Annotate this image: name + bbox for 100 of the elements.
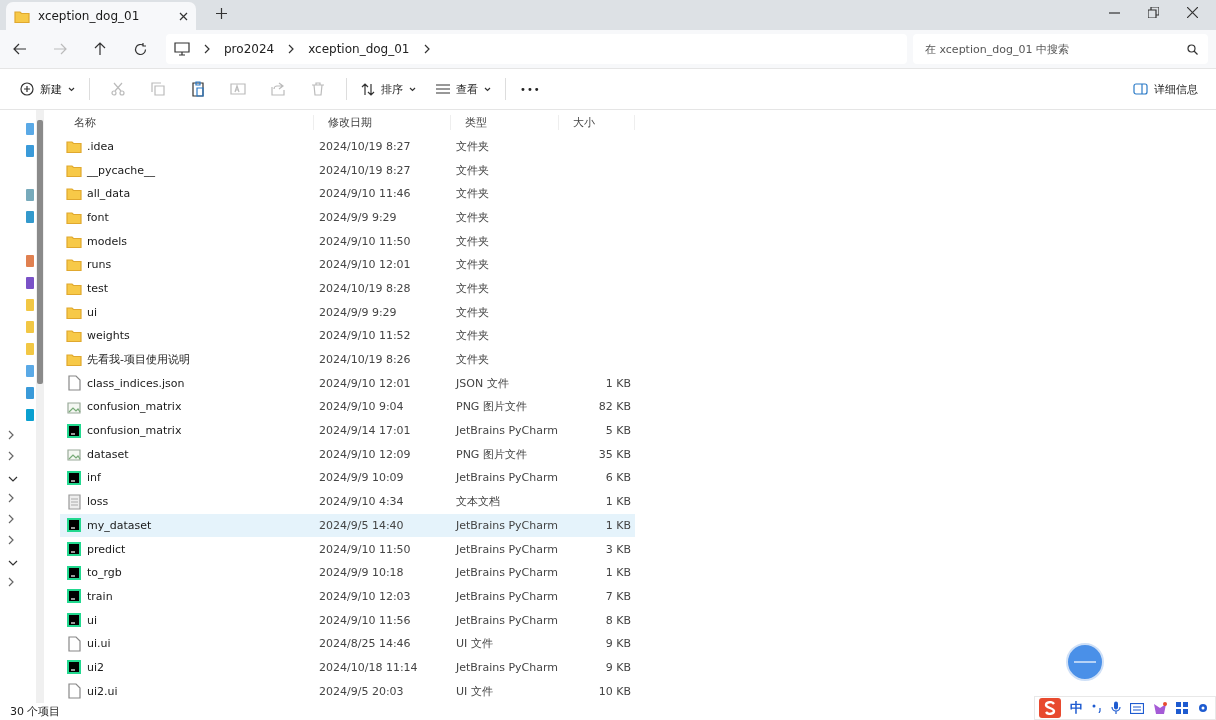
keyboard-icon[interactable] [1130, 702, 1144, 714]
modified-date: 2024/9/9 9:29 [318, 305, 398, 319]
column-header[interactable]: 修改日期 [314, 114, 451, 130]
address-bar[interactable]: pro2024 xception_dog_01 [166, 34, 907, 64]
file-row[interactable]: confusion_matrix 2024/9/10 9:04 PNG 图片文件 82 KB [60, 395, 635, 419]
file-type: 文件夹 [455, 352, 490, 368]
chevron-down-icon[interactable] [8, 560, 18, 566]
file-name: ui.ui [87, 637, 111, 651]
file-size: 5 KB [604, 424, 632, 438]
file-row[interactable]: predict 2024/9/10 11:50 JetBrains PyCharm 3 KB [60, 537, 635, 561]
details-button[interactable]: 详细信息 [1127, 77, 1204, 101]
file-row[interactable]: ui 2024/9/9 9:29 文件夹 [60, 300, 635, 324]
chevron-icon[interactable] [8, 430, 14, 440]
chevron-icon[interactable] [8, 535, 14, 545]
modified-date: 2024/10/19 8:27 [318, 139, 412, 153]
file-type: JetBrains PyCharm [454, 518, 559, 532]
modified-date: 2024/8/25 14:46 [318, 637, 412, 651]
file-name: ui [87, 613, 98, 627]
sogou-logo-icon[interactable] [1039, 698, 1061, 718]
file-size: 82 KB [597, 400, 632, 414]
file-name: class_indices.json [87, 376, 185, 390]
chevron-icon[interactable] [8, 514, 14, 524]
file-row[interactable]: my_dataset 2024/9/5 14:40 JetBrains PyCharm 1 KB [60, 513, 635, 538]
file-row[interactable]: 先看我-项目使用说明 2024/10/19 8:26 文件夹 [60, 347, 635, 372]
chevron-icon [288, 44, 295, 54]
modified-date: 2024/9/10 11:46 [318, 187, 412, 201]
file-row[interactable]: train 2024/9/10 12:03 JetBrains PyCharm 7 KB [60, 584, 635, 609]
file-row[interactable]: ui2.ui 2024/9/5 20:03 UI 文件 10 KB [60, 679, 635, 703]
file-row[interactable]: __pycache__ 2024/10/19 8:27 文件夹 [60, 158, 635, 182]
file-row[interactable]: test 2024/10/19 8:28 文件夹 [60, 276, 635, 301]
search-field[interactable]: 在 xception_dog_01 中搜索 [913, 34, 1208, 64]
column-header[interactable]: 名称 [60, 114, 314, 130]
input-mode-toggle[interactable]: 中 [1070, 699, 1083, 717]
file-row[interactable]: inf 2024/9/9 10:09 JetBrains PyCharm 6 KB [60, 466, 635, 490]
view-button[interactable]: 查看 [430, 77, 497, 101]
file-row[interactable]: ui.ui 2024/8/25 14:46 UI 文件 9 KB [60, 631, 635, 656]
skin-icon[interactable] [1153, 701, 1167, 715]
file-row[interactable]: dataset 2024/9/10 12:09 PNG 图片文件 35 KB [60, 442, 635, 467]
file-type: 文件夹 [455, 257, 490, 273]
column-header[interactable]: 类型 [451, 114, 559, 130]
file-row[interactable]: confusion_matrix 2024/9/14 17:01 JetBrains PyCharm 5 KB [60, 418, 635, 443]
microphone-icon[interactable] [1111, 701, 1121, 715]
file-name: __pycache__ [87, 163, 156, 177]
chevron-icon [423, 44, 430, 54]
close-icon[interactable] [179, 11, 188, 21]
file-row[interactable]: weights 2024/9/10 11:52 文件夹 [60, 324, 635, 348]
search-icon [1187, 44, 1198, 55]
file-name: confusion_matrix [87, 400, 182, 414]
file-row[interactable]: ui2 2024/10/18 11:14 JetBrains PyCharm 9 KB [60, 655, 635, 680]
close-icon[interactable] [1187, 7, 1198, 18]
folder-icon [66, 258, 82, 272]
chevron-down-icon[interactable] [8, 476, 18, 482]
chevron-icon[interactable] [8, 577, 14, 587]
restore-icon[interactable] [1148, 7, 1159, 18]
file-type: JetBrains PyCharm [454, 566, 559, 580]
breadcrumb-item[interactable]: pro2024 [224, 42, 275, 56]
document-icon [67, 683, 81, 700]
file-row[interactable]: ui 2024/9/10 11:56 JetBrains PyCharm 8 KB [60, 608, 635, 632]
file-size: 6 KB [604, 471, 632, 485]
modified-date: 2024/9/9 10:18 [318, 566, 405, 580]
file-name: .idea [87, 139, 115, 153]
grid-apps-icon[interactable] [1176, 702, 1188, 714]
file-row[interactable]: .idea 2024/10/19 8:27 文件夹 [60, 134, 635, 159]
file-row[interactable]: class_indices.json 2024/9/10 12:01 JSON 文件 1 KB [60, 371, 635, 396]
modified-date: 2024/9/10 12:09 [318, 447, 412, 461]
breadcrumb-item[interactable]: xception_dog_01 [308, 42, 410, 56]
file-type: JetBrains PyCharm [454, 542, 559, 556]
pycharm-file-icon [67, 613, 81, 628]
file-name: all_data [87, 187, 131, 201]
chevron-icon[interactable] [8, 451, 14, 461]
scrollbar-thumb[interactable] [37, 120, 43, 384]
file-row[interactable]: runs 2024/9/10 12:01 文件夹 [60, 252, 635, 277]
file-row[interactable]: to_rgb 2024/9/9 10:18 JetBrains PyCharm 1 KB [60, 560, 635, 585]
new-tab-button[interactable] [216, 5, 227, 22]
file-row[interactable]: models 2024/9/10 11:50 文件夹 [60, 229, 635, 253]
new-button[interactable]: 新建 [14, 77, 81, 101]
file-name: ui [87, 305, 98, 319]
file-row[interactable]: all_data 2024/9/10 11:46 文件夹 [60, 181, 635, 206]
window-tab[interactable]: xception_dog_01 [6, 2, 196, 30]
pycharm-file-icon [67, 542, 81, 557]
tab-title: xception_dog_01 [38, 9, 141, 23]
file-name: dataset [87, 447, 129, 461]
column-header[interactable]: 大小 [559, 114, 635, 130]
caret-icon [409, 86, 416, 92]
file-row[interactable]: loss 2024/9/10 4:34 文本文档 1 KB [60, 489, 635, 514]
file-size: 8 KB [604, 613, 632, 627]
more-button[interactable]: ••• [514, 79, 547, 99]
folder-icon [66, 234, 82, 248]
file-name: font [87, 210, 109, 224]
file-type: PNG 图片文件 [455, 399, 528, 415]
modified-date: 2024/9/10 11:56 [318, 613, 412, 627]
chevron-icon[interactable] [8, 493, 14, 503]
file-name: my_dataset [87, 518, 152, 532]
punctuation-icon[interactable] [1092, 703, 1102, 713]
sort-button[interactable]: 排序 [355, 77, 422, 101]
paste-icon[interactable] [191, 81, 205, 97]
file-name: runs [87, 258, 112, 272]
file-type: 文本文档 [455, 494, 501, 510]
file-row[interactable]: font 2024/9/9 9:29 文件夹 [60, 205, 635, 230]
caret-icon [68, 86, 75, 92]
